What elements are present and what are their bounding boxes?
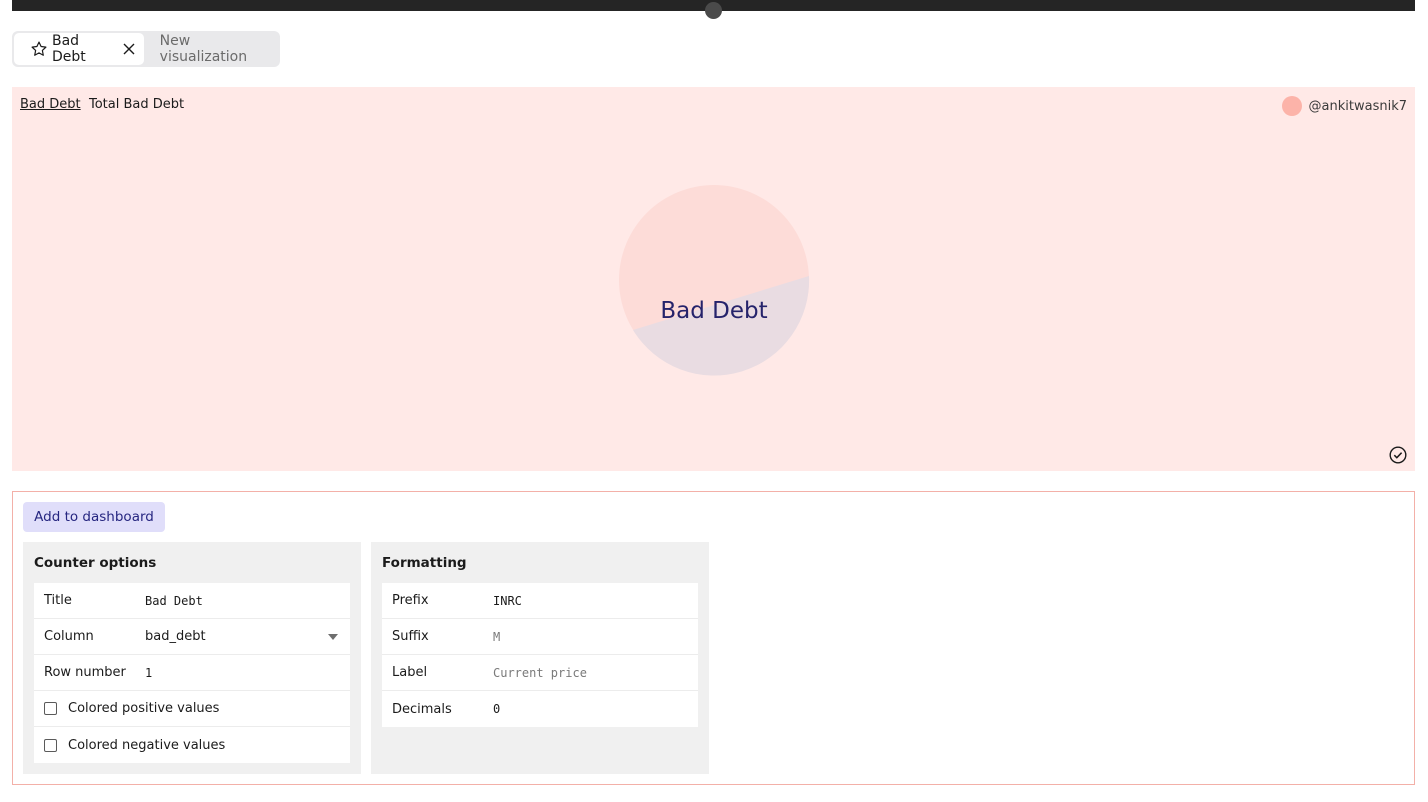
resize-handle[interactable]	[705, 2, 722, 19]
prefix-input[interactable]: INRC	[493, 594, 698, 608]
counter-options-box: Counter options Title Bad Debt Column ba…	[23, 542, 361, 774]
check-circle-icon[interactable]	[1389, 446, 1407, 464]
label-input[interactable]: Current price	[493, 666, 698, 680]
formatting-rows: Prefix INRC Suffix M Label Current price…	[382, 583, 698, 727]
prefix-row: Prefix INRC	[382, 583, 698, 619]
tab-bad-debt[interactable]: Bad Debt	[14, 33, 144, 65]
row-number-input[interactable]: 1	[145, 666, 350, 680]
user-badge: @ankitwasnik7	[1281, 96, 1407, 116]
column-select[interactable]: bad_debt	[145, 629, 350, 644]
colored-positive-checkbox[interactable]	[44, 702, 57, 715]
counter-options-heading: Counter options	[34, 555, 157, 571]
decimals-input[interactable]: 0	[493, 702, 698, 716]
tab-label: Bad Debt	[52, 33, 86, 65]
title-label: Title	[44, 593, 72, 608]
row-number-label: Row number	[44, 665, 126, 680]
star-icon[interactable]	[30, 40, 48, 58]
visualization-area: Bad Debt Total Bad Debt @ankitwasnik7 Ba…	[12, 87, 1415, 471]
title-input[interactable]: Bad Debt	[145, 594, 350, 608]
formatting-box: Formatting Prefix INRC Suffix M Label Cu…	[371, 542, 709, 774]
viz-subtitle: Total Bad Debt	[89, 97, 185, 112]
colored-positive-label: Colored positive values	[68, 701, 220, 716]
colored-negative-checkbox[interactable]	[44, 738, 57, 752]
label-row: Label Current price	[382, 655, 698, 691]
close-icon[interactable]	[122, 42, 136, 56]
tab-new-visualization[interactable]: New visualization	[144, 33, 278, 65]
avatar	[1281, 96, 1302, 116]
username: @ankitwasnik7	[1308, 98, 1407, 114]
decimals-label: Decimals	[392, 701, 452, 717]
prefix-label: Prefix	[392, 593, 429, 608]
add-to-dashboard-button[interactable]: Add to dashboard	[23, 502, 165, 532]
formatting-heading: Formatting	[382, 555, 467, 571]
column-row: Column bad_debt	[34, 619, 350, 655]
label-label: Label	[392, 665, 428, 680]
title-row: Title Bad Debt	[34, 583, 350, 619]
colored-positive-row: Colored positive values	[34, 691, 350, 727]
suffix-row: Suffix M	[382, 619, 698, 655]
viz-title-link[interactable]: Bad Debt	[20, 97, 81, 112]
colored-negative-label: Colored negative values	[68, 737, 226, 753]
suffix-label: Suffix	[392, 629, 429, 644]
options-panel: Add to dashboard Counter options Title B…	[12, 491, 1415, 785]
decimals-row: Decimals 0	[382, 691, 698, 727]
column-label: Column	[44, 629, 94, 644]
counter-label: Bad Debt	[660, 298, 767, 324]
visualization-tabs: Bad Debt New visualization	[12, 31, 280, 67]
caret-down-icon	[328, 633, 338, 640]
suffix-input[interactable]: M	[493, 630, 698, 644]
row-number-row: Row number 1	[34, 655, 350, 691]
column-value: bad_debt	[145, 629, 206, 644]
counter-circle: Bad Debt	[619, 185, 810, 376]
colored-negative-row: Colored negative values	[34, 727, 350, 763]
counter-options-rows: Title Bad Debt Column bad_debt Row numbe…	[34, 583, 350, 763]
